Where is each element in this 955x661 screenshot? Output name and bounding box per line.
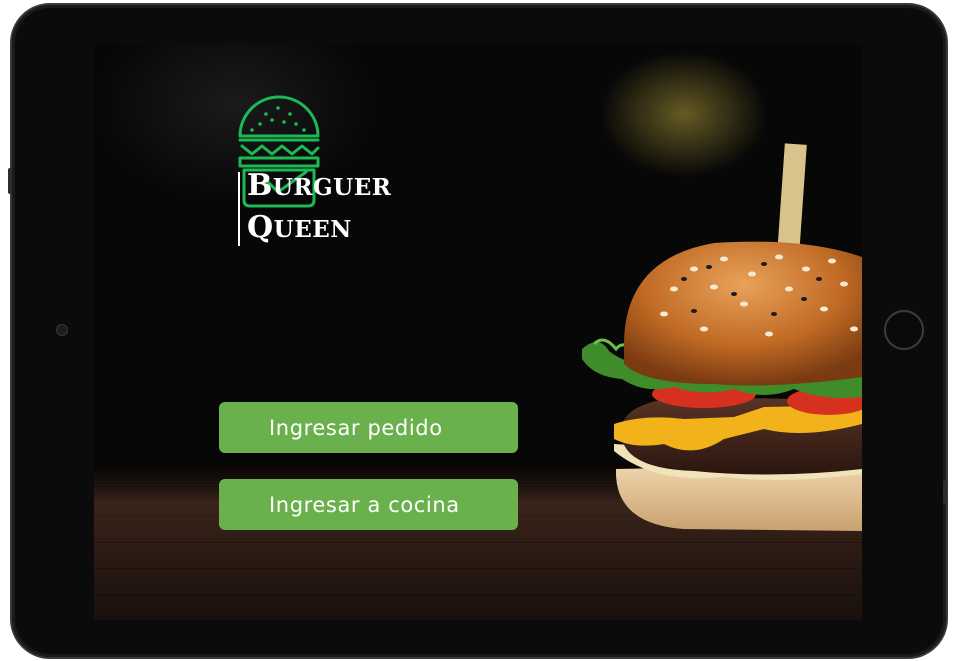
- order-button[interactable]: Ingresar pedido: [219, 402, 518, 453]
- front-camera: [56, 324, 68, 336]
- power-button: [943, 480, 947, 504]
- brand-divider: [238, 172, 240, 246]
- volume-button: [8, 168, 12, 194]
- brand-line-1: BURGUER: [247, 168, 392, 203]
- brand-line-2: QUEEN: [247, 210, 352, 245]
- burger-photo: [582, 143, 862, 531]
- kitchen-button[interactable]: Ingresar a cocina: [219, 479, 518, 530]
- app-screen: BURGUER QUEEN Ingresar pedido Ingresar a…: [94, 44, 862, 620]
- home-button[interactable]: [884, 310, 924, 350]
